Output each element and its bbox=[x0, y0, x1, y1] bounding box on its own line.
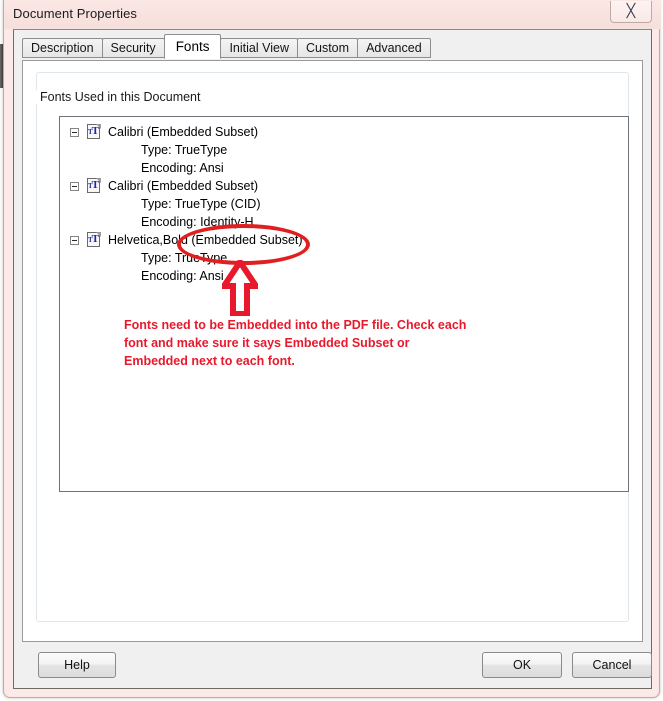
tree-item-font[interactable]: TT Calibri (Embedded Subset) bbox=[60, 123, 628, 141]
cancel-button-label: Cancel bbox=[592, 658, 632, 672]
help-button-label: Help bbox=[64, 658, 90, 672]
truetype-font-icon: TT bbox=[86, 232, 102, 248]
font-type: Type: TrueType bbox=[141, 143, 228, 157]
tab-label: Advanced bbox=[366, 41, 422, 55]
title-bar: Document Properties ╳ bbox=[4, 0, 661, 29]
dialog-client-area: Description Security Fonts Initial View … bbox=[13, 29, 652, 689]
font-type: Type: TrueType bbox=[141, 251, 228, 265]
ok-button-label: OK bbox=[512, 658, 532, 672]
tab-security[interactable]: Security bbox=[101, 38, 165, 58]
close-button[interactable]: ╳ bbox=[610, 1, 652, 23]
truetype-font-icon: TT bbox=[86, 124, 102, 140]
tree-item-detail: Encoding: Ansi bbox=[60, 159, 628, 177]
tab-strip: Description Security Fonts Initial View … bbox=[22, 34, 431, 59]
font-type: Type: TrueType (CID) bbox=[141, 197, 261, 211]
tab-label: Initial View bbox=[229, 41, 289, 55]
font-name: Calibri (Embedded Subset) bbox=[108, 125, 259, 139]
font-name: Helvetica,Bold (Embedded Subset) bbox=[108, 233, 303, 247]
tab-label: Fonts bbox=[175, 39, 210, 54]
tab-label: Description bbox=[31, 41, 94, 55]
font-name: Calibri (Embedded Subset) bbox=[108, 179, 259, 193]
tree-item-detail: Encoding: Ansi bbox=[60, 267, 628, 285]
tab-description[interactable]: Description bbox=[22, 38, 103, 58]
collapse-icon[interactable] bbox=[70, 235, 79, 245]
window-title: Document Properties bbox=[13, 6, 138, 21]
truetype-font-icon: TT bbox=[86, 178, 102, 194]
font-encoding: Encoding: Identity-H bbox=[141, 215, 254, 229]
tree-item-detail: Encoding: Identity-H bbox=[60, 213, 628, 231]
tree-item-font[interactable]: TT Helvetica,Bold (Embedded Subset) bbox=[60, 231, 628, 249]
font-encoding: Encoding: Ansi bbox=[141, 161, 224, 175]
tab-fonts[interactable]: Fonts bbox=[163, 34, 222, 59]
tree-item-font[interactable]: TT Calibri (Embedded Subset) bbox=[60, 177, 628, 195]
fonts-list-box[interactable]: TT Calibri (Embedded Subset) Type: TrueT… bbox=[59, 116, 629, 492]
collapse-icon[interactable] bbox=[70, 127, 79, 137]
tab-label: Security bbox=[110, 41, 156, 55]
font-tree: TT Calibri (Embedded Subset) Type: TrueT… bbox=[60, 123, 628, 285]
ok-button[interactable]: OK bbox=[482, 652, 562, 678]
cancel-button[interactable]: Cancel bbox=[572, 652, 652, 678]
annotation-note-text: Fonts need to be Embedded into the PDF f… bbox=[124, 318, 467, 368]
collapse-icon[interactable] bbox=[70, 181, 79, 191]
document-properties-window: Document Properties ╳ Description Securi… bbox=[3, 0, 661, 698]
font-encoding: Encoding: Ansi bbox=[141, 269, 224, 283]
tab-initial-view[interactable]: Initial View bbox=[220, 38, 298, 58]
tree-item-detail: Type: TrueType bbox=[60, 249, 628, 267]
tree-item-detail: Type: TrueType (CID) bbox=[60, 195, 628, 213]
help-button[interactable]: Help bbox=[38, 652, 116, 678]
fonts-group-label: Fonts Used in this Document bbox=[36, 90, 205, 104]
tab-advanced[interactable]: Advanced bbox=[357, 38, 431, 58]
tree-item-detail: Type: TrueType bbox=[60, 141, 628, 159]
tab-label: Custom bbox=[305, 41, 350, 55]
close-icon: ╳ bbox=[626, 4, 636, 19]
tab-custom[interactable]: Custom bbox=[296, 38, 359, 58]
